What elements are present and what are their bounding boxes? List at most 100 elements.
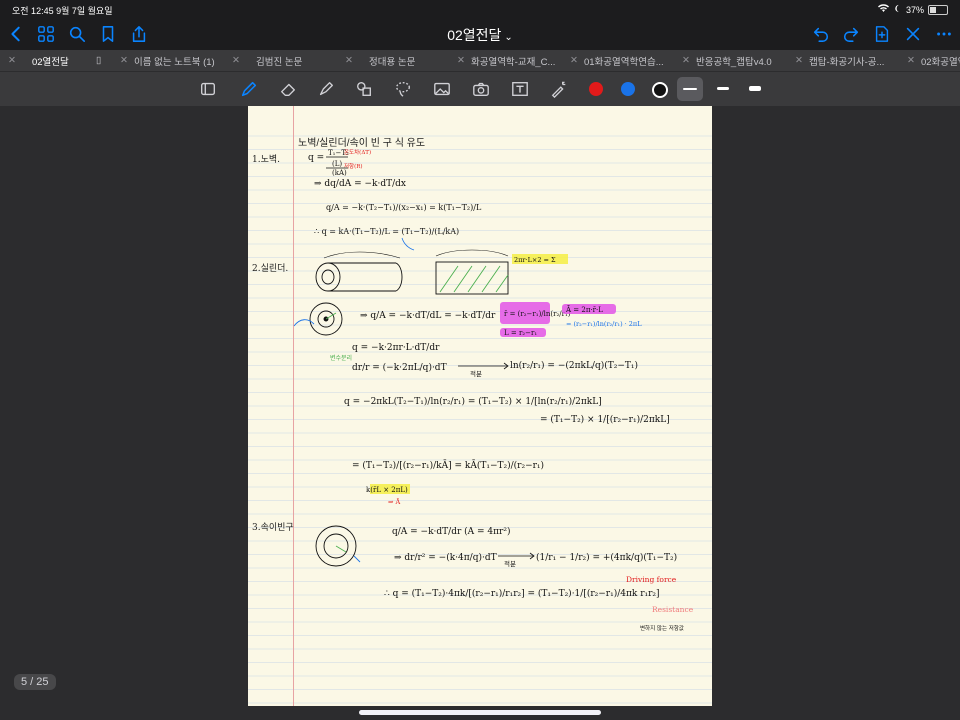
redo-button[interactable]: [839, 22, 863, 46]
camera-icon: [473, 82, 489, 96]
tab-1[interactable]: ✕ 이름 없는 노트북 (1): [120, 50, 232, 71]
lasso-icon: [396, 82, 410, 97]
svg-text:q = −k·2πr·L·dT/dr: q = −k·2πr·L·dT/dr: [352, 343, 440, 353]
svg-text:⇒ Ā: ⇒ Ā: [388, 497, 401, 506]
undo-button[interactable]: [809, 22, 833, 46]
status-right: 37%: [877, 4, 948, 15]
tab-close-icon[interactable]: ✕: [232, 55, 240, 66]
tab-label: 캡탑-화공기사-공...: [808, 56, 885, 68]
tab-close-icon[interactable]: ✕: [345, 55, 353, 66]
tab-label: 김범진 논문: [255, 56, 303, 68]
svg-text:⇒ dr/r² = −(k·4π/q)·dT: ⇒ dr/r² = −(k·4π/q)·dT: [394, 552, 497, 563]
lasso-tool[interactable]: [392, 78, 414, 100]
laser-pointer-tool[interactable]: [548, 78, 570, 100]
add-page-button[interactable]: [870, 22, 894, 46]
tab-close-icon[interactable]: ✕: [907, 55, 915, 66]
pen-icon: [241, 81, 257, 97]
read-mode-icon: [201, 82, 215, 96]
laser-pointer-icon: [551, 81, 566, 98]
tab-6[interactable]: ✕ 반응공학_캡탑v4.0: [682, 50, 794, 71]
tab-close-icon[interactable]: ✕: [795, 55, 803, 66]
tab-label: 화공열역학-교재_C...: [470, 56, 556, 68]
eraser-tool[interactable]: [277, 78, 299, 100]
status-time-date: 오전 12:45 9월 7일 월요일: [12, 6, 113, 16]
tab-3[interactable]: ✕ 정대용 논문: [345, 50, 457, 71]
highlighter-icon: [319, 82, 333, 96]
notebook-page[interactable]: 노벽/실린더/속이 빈 구 식 유도 1.노벽. q = T₁−T₂ (L) (…: [248, 106, 712, 706]
svg-text:(kA): (kA): [332, 169, 347, 177]
battery-percent: 37%: [905, 4, 924, 15]
document-title-text: 02열전달: [447, 27, 502, 43]
svg-text:q = −2πkL(T₂−T₁)/ln(r₂/r₁) = (: q = −2πkL(T₂−T₁)/ln(r₂/r₁) = (T₁−T₂) × 1…: [344, 396, 602, 407]
home-indicator[interactable]: [359, 710, 601, 715]
svg-text:(L): (L): [332, 160, 342, 168]
shape-tool[interactable]: [353, 78, 375, 100]
text-icon: [512, 82, 528, 96]
stroke-width-thin[interactable]: [683, 88, 697, 90]
svg-text:2πr·L×2 = Σ: 2πr·L×2 = Σ: [514, 256, 556, 264]
svg-text:k(r̄L × 2πL): k(r̄L × 2πL): [366, 486, 408, 494]
more-button[interactable]: [932, 22, 956, 46]
wifi-icon: [877, 4, 889, 15]
pen-tool[interactable]: [238, 78, 260, 100]
close-button[interactable]: [901, 22, 925, 46]
more-icon: [937, 32, 951, 36]
svg-text:온도차(ΔT): 온도차(ΔT): [344, 148, 371, 156]
handwritten-notes: 노벽/실린더/속이 빈 구 식 유도 1.노벽. q = T₁−T₂ (L) (…: [252, 137, 694, 632]
add-page-icon: [875, 26, 889, 42]
tab-2[interactable]: ✕ 김범진 논문: [232, 50, 344, 71]
color-swatch-black[interactable]: [652, 82, 668, 98]
annotation-integrate: 적분: [470, 370, 482, 378]
annotation-note-bottom: 변하지 않는 저항값: [640, 624, 684, 632]
camera-tool[interactable]: [470, 78, 492, 100]
tab-label: 이름 없는 노트북 (1): [133, 56, 215, 68]
svg-text:q/A = −k·(T₂−T₁)/(x₂−x₁) = k(T: q/A = −k·(T₂−T₁)/(x₂−x₁) = k(T₁−T₂)/L: [326, 203, 482, 212]
tab-label: 01화공열역학연습...: [583, 56, 664, 68]
stroke-width-thick[interactable]: [749, 86, 761, 91]
cylinder-cross-section: [293, 302, 343, 336]
moon-icon: [893, 4, 902, 15]
svg-text:(1/r₁ − 1/r₂) = +(4πk/q)(T₁−T₂: (1/r₁ − 1/r₂) = +(4πk/q)(T₁−T₂): [536, 552, 677, 563]
annotation-driving-force: Driving force: [626, 575, 677, 584]
stroke-width-medium[interactable]: [717, 87, 729, 90]
color-swatch-red[interactable]: [589, 82, 603, 96]
tab-7[interactable]: ✕ 캡탑-화공기사-공...: [795, 50, 907, 71]
drawing-toolbar: [0, 71, 960, 106]
svg-text:Ā = 2π·r̄·L: Ā = 2π·r̄·L: [565, 305, 603, 314]
section-1-label: 1.노벽.: [252, 154, 280, 165]
read-only-mode-button[interactable]: [197, 78, 219, 100]
close-icon: [906, 27, 920, 41]
annotation-integrate-2: 적분: [504, 560, 516, 568]
image-icon: [434, 82, 450, 96]
tab-close-icon[interactable]: ✕: [120, 55, 128, 66]
svg-text:= (r₂−r₁)/ln(r₂/r₁) · 2πL: = (r₂−r₁)/ln(r₂/r₁) · 2πL: [566, 320, 642, 328]
svg-text:⇒ dq/dA = −k·dT/dx: ⇒ dq/dA = −k·dT/dx: [314, 179, 406, 189]
nav-bar: 02열전달 ⌄: [0, 18, 960, 50]
status-bar: 오전 12:45 9월 7일 월요일 37%: [0, 0, 960, 18]
tab-4[interactable]: ✕ 화공열역학-교재_C...: [457, 50, 569, 71]
section-1-equations: q = T₁−T₂ (L) (kA) 온도차(ΔT) 저항(R) ⇒ dq/dA…: [308, 148, 482, 251]
tab-label: 반응공학_캡탑v4.0: [695, 56, 772, 68]
undo-icon: [813, 27, 829, 42]
page-heading: 노벽/실린더/속이 빈 구 식 유도: [298, 137, 425, 149]
highlighter-tool[interactable]: [315, 78, 337, 100]
image-tool[interactable]: [431, 78, 453, 100]
page-counter[interactable]: 5 / 25: [14, 674, 56, 690]
color-swatch-blue[interactable]: [621, 82, 635, 96]
tab-5[interactable]: ✕ 01화공열역학연습...: [570, 50, 682, 71]
tab-close-icon[interactable]: ✕: [570, 55, 578, 66]
tab-close-icon[interactable]: ✕: [682, 55, 690, 66]
battery-icon: [928, 4, 948, 15]
document-canvas[interactable]: 노벽/실린더/속이 빈 구 식 유도 1.노벽. q = T₁−T₂ (L) (…: [0, 106, 960, 720]
tab-close-icon[interactable]: ✕: [8, 55, 16, 66]
svg-text:r̄ = (r₂−r₁)/ln(r₂/r₁): r̄ = (r₂−r₁)/ln(r₂/r₁): [504, 310, 571, 318]
svg-text:= (T₁−T₂)/[(r₂−r₁)/kĀ] = kĀ(T₁: = (T₁−T₂)/[(r₂−r₁)/kĀ] = kĀ(T₁−T₂)/(r₂−r…: [352, 459, 544, 471]
svg-text:ln(r₂/r₁) = −(2πkL/q)(T₂−T₁): ln(r₂/r₁) = −(2πkL/q)(T₂−T₁): [510, 360, 638, 371]
svg-text:= (T₁−T₂) × 1/[(r₂−r₁)/2πkL]: = (T₁−T₂) × 1/[(r₂−r₁)/2πkL]: [540, 414, 670, 425]
tab-close-icon[interactable]: ✕: [457, 55, 465, 66]
text-tool[interactable]: [509, 78, 531, 100]
tab-8[interactable]: ✕ 02화공열역: [907, 50, 960, 71]
sidebar-icon: ▯: [96, 55, 102, 66]
annotation-variable-sep: 변수분리: [330, 354, 352, 362]
tab-sidebar-toggle[interactable]: ▯: [96, 50, 122, 71]
